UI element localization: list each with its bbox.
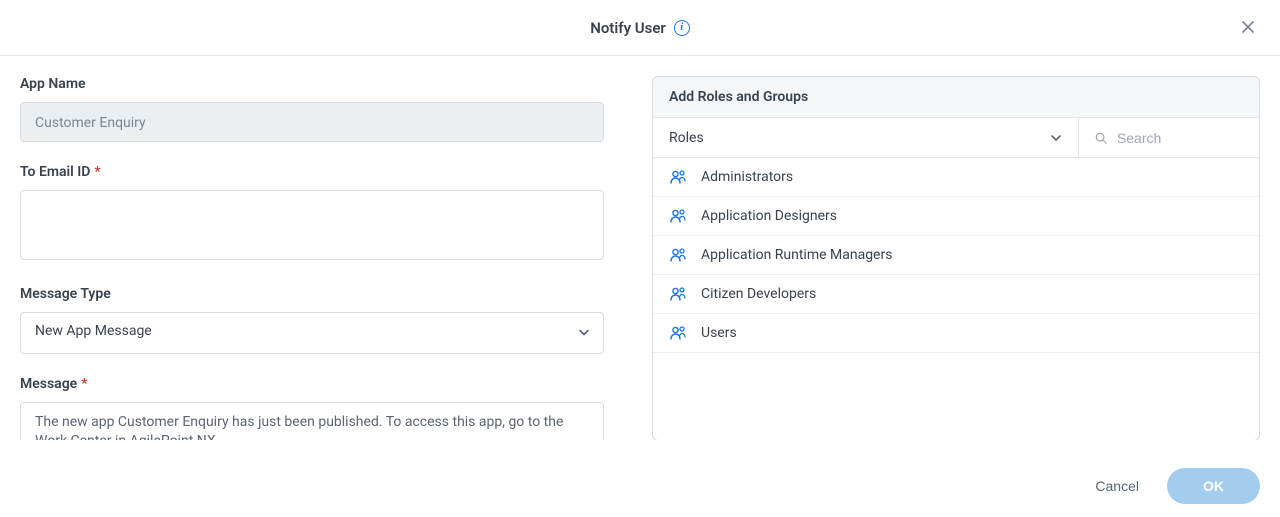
to-email-field[interactable] [20,190,604,260]
chevron-down-icon [1050,132,1062,144]
roles-search-input[interactable] [1117,130,1243,146]
info-icon[interactable]: i [674,20,690,36]
role-item-label: Citizen Developers [701,286,816,302]
role-icon [669,246,687,264]
app-name-field: Customer Enquiry [20,102,604,142]
app-name-group: App Name Customer Enquiry [20,76,604,142]
cancel-button[interactable]: Cancel [1095,478,1139,494]
dialog-title-text: Notify User [590,19,666,37]
required-indicator: * [94,164,100,180]
message-type-group: Message Type New App Message [20,286,604,354]
dialog-header: Notify User i [0,0,1280,56]
dialog-title: Notify User i [590,19,690,37]
role-item-label: Application Runtime Managers [701,247,892,263]
to-email-group: To Email ID* [20,164,604,264]
roles-filter-row: Roles [653,118,1259,158]
to-email-label: To Email ID* [20,164,604,180]
role-item[interactable]: Application Runtime Managers [653,236,1259,275]
role-item[interactable]: Users [653,314,1259,353]
message-type-select[interactable]: New App Message [20,312,604,354]
message-label: Message* [20,376,604,392]
form-column: App Name Customer Enquiry To Email ID* M… [20,76,604,440]
role-item[interactable]: Administrators [653,158,1259,197]
roles-filter-select[interactable]: Roles [653,118,1079,157]
message-field[interactable] [20,402,604,440]
role-icon [669,324,687,342]
roles-search-wrapper [1079,118,1259,157]
message-type-label: Message Type [20,286,604,302]
roles-panel-title: Add Roles and Groups [653,77,1259,118]
role-item[interactable]: Application Designers [653,197,1259,236]
roles-panel: Add Roles and Groups Roles Administrator… [652,76,1260,440]
role-item[interactable]: Citizen Developers [653,275,1259,314]
role-icon [669,285,687,303]
role-list: Administrators Application Designers App… [653,158,1259,440]
message-group: Message* [20,376,604,440]
search-icon [1095,131,1107,145]
dialog-body: App Name Customer Enquiry To Email ID* M… [0,56,1280,440]
required-indicator: * [81,376,87,392]
roles-column: Add Roles and Groups Roles Administrator… [652,76,1260,440]
dialog-footer: Cancel OK [0,455,1280,517]
app-name-label: App Name [20,76,604,92]
role-item-label: Application Designers [701,208,837,224]
close-icon[interactable] [1242,18,1262,38]
ok-button[interactable]: OK [1167,468,1260,504]
role-icon [669,168,687,186]
role-icon [669,207,687,225]
role-item-label: Users [701,325,737,341]
role-item-label: Administrators [701,169,793,185]
roles-filter-selected: Roles [669,130,704,146]
